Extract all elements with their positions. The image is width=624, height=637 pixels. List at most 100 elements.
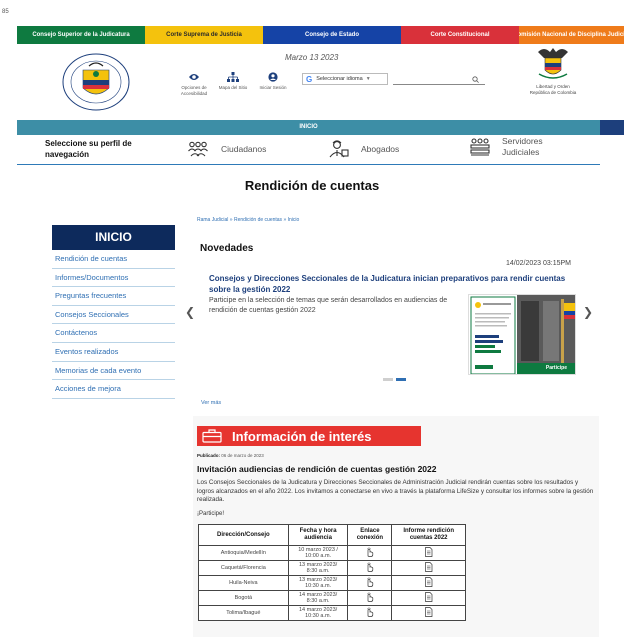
carousel-prev-icon[interactable]: ❮ [185,305,195,319]
cell-place: Bogotá [198,590,289,606]
col-enlace: Enlace conexión [347,524,393,546]
nav-home-link[interactable]: INICIO [17,124,600,130]
cell-datetime: 10 marzo 2023 /10:00 a.m. [287,545,349,561]
cell-connection-link[interactable] [347,605,393,621]
news-poster-image [469,295,575,374]
sidebar-menu: INICIO Rendición de cuentas Informes/Doc… [52,225,175,399]
navbar-end-block [600,120,624,135]
document-icon [425,546,433,557]
cell-report-link[interactable] [391,575,466,591]
colombia-coat-of-arms[interactable]: Libertad y Orden República de Colombia [529,46,577,96]
profile-servidores-label: Servidores Judiciales [502,136,543,157]
breadcrumb-rama-judicial[interactable]: Rama Judicial [197,217,228,223]
sidebar-item-consejos-seccionales[interactable]: Consejos Seccionales [52,306,175,325]
hand-pointer-icon [367,562,374,572]
main-navbar: INICIO [17,120,600,135]
cell-connection-link[interactable] [347,590,393,606]
cell-connection-link[interactable] [347,545,393,561]
cell-report-link[interactable] [391,560,466,576]
news-date: 14/02/2023 03:15PM [506,260,571,267]
news-headline-link[interactable]: Consejos y Direcciones Seccionales de la… [209,273,581,295]
login-link[interactable]: Iniciar Sesión [249,72,297,91]
rama-judicial-seal-icon [62,53,130,111]
hand-pointer-icon [367,607,374,617]
document-icon [425,606,433,617]
profile-selector: Seleccione su perfil de navegación Ciuda… [17,135,600,165]
breadcrumb-separator: » [229,217,233,223]
table-row: Antioquia/Medellín 10 marzo 2023 /10:00 a… [198,545,466,561]
rama-judicial-logo[interactable] [61,52,131,112]
breadcrumb-rendicion[interactable]: Rendición de cuentas [234,217,282,223]
hand-pointer-icon [367,592,374,602]
cell-place: Tolima/Ibagué [198,605,289,621]
carousel-dot[interactable] [383,378,393,381]
cell-time: 10:30 a.m. [305,613,332,619]
table-row: Tolima/Ibagué 14 marzo 2023/10:30 a.m. [198,605,466,621]
cell-date: 10 marzo 2023 / [298,546,338,553]
language-select[interactable]: G Seleccionar idioma ▼ [302,73,388,85]
ver-mas-link[interactable]: Ver más [201,400,221,406]
entity-link-consejo-superior[interactable]: Consejo Superior de la Judicatura [17,26,145,44]
info-banner-title: Información de interés [232,428,372,444]
sitemap-icon [227,72,239,82]
sidebar-title: INICIO [52,225,175,250]
col-direccion: Dirección/Consejo [198,524,289,546]
search-icon [472,76,479,83]
document-icon [425,591,433,602]
news-image-caption: Participe [545,365,567,371]
coat-of-arms-icon [538,48,568,79]
sidebar-item-eventos[interactable]: Eventos realizados [52,343,175,362]
carousel-next-icon[interactable]: ❯ [583,305,593,319]
sidebar-item-preguntas[interactable]: Preguntas frecuentes [52,287,175,306]
entity-link-corte-constitucional[interactable]: Corte Constitucional [401,26,519,44]
tab-number: 85 [2,9,9,15]
sidebar-item-rendicion-cuentas[interactable]: Rendición de cuentas [52,250,175,269]
news-image[interactable]: Participe [468,294,576,375]
entity-link-consejo-estado[interactable]: Consejo de Estado [263,26,401,44]
lawyer-icon [329,140,349,158]
page-title: Rendición de cuentas [244,178,380,193]
profile-ciudadanos[interactable]: Ciudadanos [187,141,266,157]
people-group-icon [188,141,208,157]
breadcrumb-separator: » [283,217,287,223]
entity-link-comision-disciplina[interactable]: Comisión Nacional de Disciplina Judicial [519,26,624,44]
cell-report-link[interactable] [391,590,466,606]
cell-connection-link[interactable] [347,560,393,576]
cell-report-link[interactable] [391,605,466,621]
header-date: Marzo 13 2023 [285,53,339,62]
briefcase-icon [202,429,222,443]
cell-place: Antioquia/Medellín [198,545,289,561]
cell-connection-link[interactable] [347,575,393,591]
language-select-label: Seleccionar idioma [316,76,363,82]
sidebar-item-informes[interactable]: Informes/Documentos [52,269,175,288]
sidebar-item-memorias[interactable]: Memorias de cada evento [52,362,175,381]
sidebar-item-acciones-mejora[interactable]: Acciones de mejora [52,380,175,399]
profile-selector-title: Seleccione su perfil de navegación [45,139,132,159]
cell-date: 14 marzo 2023/ [298,606,338,613]
judicial-servers-icon [470,138,490,156]
login-label: Iniciar Sesión [259,85,287,90]
entity-link-corte-suprema[interactable]: Corte Suprema de Justicia [145,26,263,44]
profile-abogados-label: Abogados [361,144,400,154]
hand-pointer-icon [367,577,374,587]
google-translate-icon: G [306,74,313,84]
cell-datetime: 13 marzo 2023/10:30 a.m. [287,575,349,591]
cell-datetime: 13 marzo 2023/8:30 a.m. [287,560,349,576]
user-icon [268,72,278,82]
cell-report-link[interactable] [391,545,466,561]
invitation-body: Los Consejos Seccionales de la Judicatur… [197,479,594,503]
invitation-title: Invitación audiencias de rendición de cu… [197,464,437,474]
sidebar-item-contactenos[interactable]: Contáctenos [52,324,175,343]
col-informe: Informe rendición cuentas 2022 [391,524,466,546]
cell-datetime: 14 marzo 2023/8:30 a.m. [287,590,349,606]
search-input[interactable] [393,74,485,85]
entities-bar: Consejo Superior de la Judicatura Corte … [17,26,624,44]
carousel-dot-active[interactable] [396,378,406,381]
col-fecha: Fecha y hora audiencia [287,524,349,546]
hand-pointer-icon [367,547,374,557]
profile-abogados[interactable]: Abogados [329,140,399,158]
table-row: Bogotá 14 marzo 2023/8:30 a.m. [198,590,466,606]
participe-text: ¡Participe! [197,511,225,517]
profile-servidores-judiciales[interactable]: Servidores Judiciales [470,136,562,158]
published-date: 06 de marzo de 2023 [221,453,264,458]
